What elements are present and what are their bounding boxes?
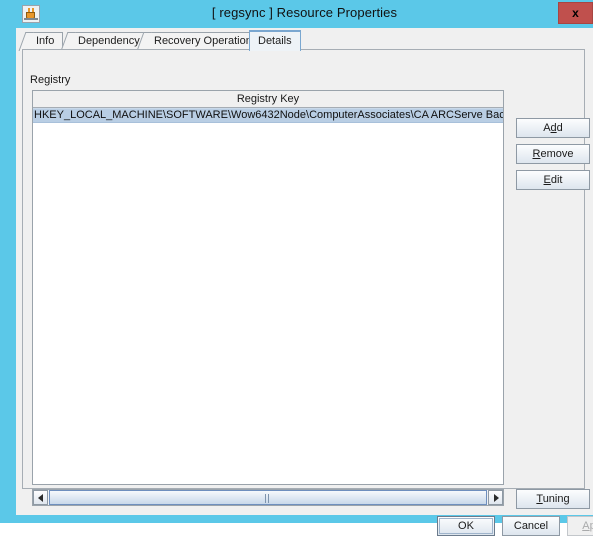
tab-recovery-operation[interactable]: Recovery Operation [146, 32, 261, 50]
remove-post: emove [540, 148, 574, 160]
table-empty-area[interactable] [33, 123, 503, 484]
window-title: [ regsync ] Resource Properties [211, 5, 398, 20]
registry-section-label: Registry [30, 74, 70, 86]
apply-post: pply [589, 520, 593, 532]
apply-button: Apply [567, 516, 593, 536]
tab-info[interactable]: Info [28, 32, 64, 50]
registry-key-table[interactable]: Registry Key HKEY_LOCAL_MACHINE\SOFTWARE… [32, 90, 504, 485]
dialog-footer: OK Cancel Apply [16, 490, 593, 536]
edit-mnemonic: E [543, 174, 551, 186]
edit-post: dit [550, 174, 563, 186]
dialog-window: [ regsync ] Resource Properties x Info D… [0, 0, 593, 536]
close-icon[interactable]: x [558, 2, 593, 24]
title-bar[interactable]: [ regsync ] Resource Properties x [8, 0, 593, 28]
add-pre: A [543, 122, 551, 134]
registry-label-pre: Re [30, 74, 45, 86]
client-area: Info Dependency Recovery Operation Detai… [16, 28, 593, 536]
tab-strip: Info Dependency Recovery Operation Detai… [22, 30, 582, 51]
remove-button[interactable]: Remove [516, 144, 590, 164]
cancel-button[interactable]: Cancel [502, 516, 560, 536]
ok-button[interactable]: OK [437, 516, 495, 536]
table-row[interactable]: HKEY_LOCAL_MACHINE\SOFTWARE\Wow6432Node\… [33, 108, 503, 123]
column-header-registry-key[interactable]: Registry Key [33, 91, 503, 108]
tab-details[interactable]: Details [249, 30, 301, 51]
add-button[interactable]: Add [516, 118, 590, 138]
apply-mnemonic: A [582, 520, 590, 532]
registry-label-post: istry [50, 74, 71, 86]
edit-button[interactable]: Edit [516, 170, 590, 190]
add-post: d [556, 122, 563, 134]
